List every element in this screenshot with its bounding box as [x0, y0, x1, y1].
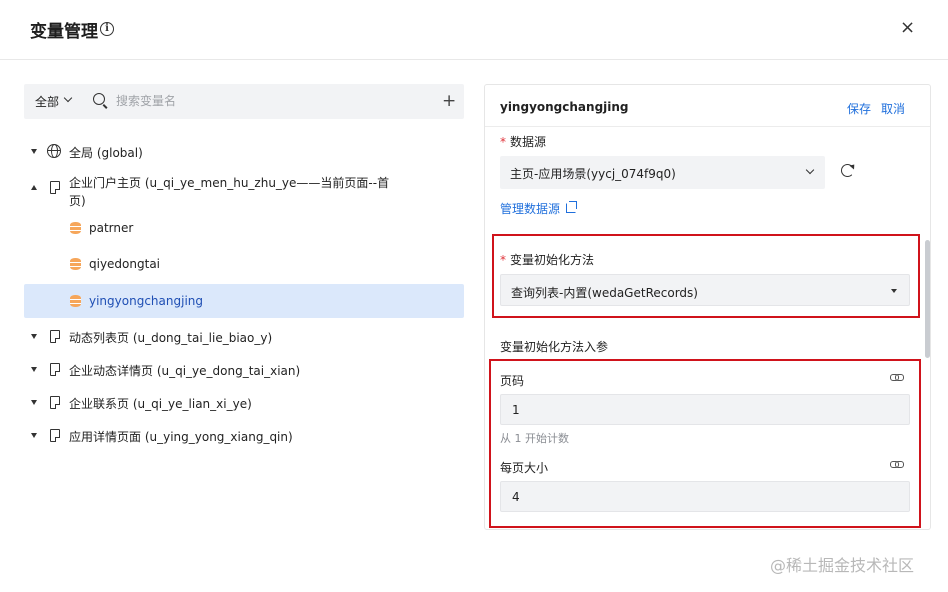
globe-icon	[47, 144, 61, 158]
caret-down-icon[interactable]	[31, 334, 37, 339]
datasource-label-text: 数据源	[510, 135, 547, 149]
variable-label: yingyongchangjing	[89, 294, 203, 308]
caret-down-icon[interactable]	[31, 400, 37, 405]
watermark: @稀土掘金技术社区	[770, 556, 915, 575]
tree-node-page[interactable]: 企业动态详情页 (u_qi_ye_dong_tai_xian)	[24, 360, 464, 380]
datasource-select[interactable]: 主页-应用场景(yycj_074f9q0)	[500, 156, 825, 189]
tree-var-yingyongchangjing[interactable]: yingyongchangjing	[24, 284, 464, 318]
tree-node-label: 动态列表页 (u_dong_tai_lie_biao_y)	[69, 331, 273, 345]
variable-search-bar: 全部 +	[24, 84, 464, 119]
params-section-label: 变量初始化方法入参	[500, 340, 609, 354]
cancel-button[interactable]: 取消	[881, 100, 905, 117]
external-link-icon[interactable]	[566, 201, 577, 213]
scope-dropdown[interactable]: 全部	[35, 93, 59, 110]
tree-node-label: 企业门户主页 (u_qi_ye_men_hu_zhu_ye——当前页面--首	[69, 176, 390, 190]
editor-scrollbar[interactable]	[925, 240, 930, 358]
tree-node-page[interactable]: 企业联系页 (u_qi_ye_lian_xi_ye)	[24, 393, 464, 413]
refresh-icon[interactable]	[841, 164, 854, 177]
close-icon[interactable]: ×	[900, 18, 915, 38]
info-icon[interactable]: i	[100, 22, 114, 36]
caret-down-icon[interactable]	[31, 149, 37, 154]
tree-node-label: 企业动态详情页 (u_qi_ye_dong_tai_xian)	[69, 364, 301, 378]
chevron-down-icon[interactable]	[63, 93, 73, 103]
search-input[interactable]	[116, 91, 416, 111]
search-icon	[93, 93, 105, 105]
editor-title: yingyongchangjing	[500, 100, 629, 114]
caret-down-icon[interactable]	[31, 367, 37, 372]
database-icon	[70, 295, 81, 307]
caret-up-icon[interactable]	[31, 185, 37, 190]
tree-node-page[interactable]: 动态列表页 (u_dong_tai_lie_biao_y)	[24, 327, 464, 347]
page-icon	[50, 330, 60, 343]
required-mark: *	[500, 135, 506, 149]
save-button[interactable]: 保存	[847, 100, 871, 117]
page-icon	[50, 181, 60, 194]
dialog-title: 变量管理	[30, 22, 98, 42]
page-icon	[50, 363, 60, 376]
database-icon	[70, 258, 81, 270]
highlight-box-params	[489, 359, 921, 528]
manage-datasource-link[interactable]: 管理数据源	[500, 200, 560, 217]
tree-node-page[interactable]: 应用详情页面 (u_ying_yong_xiang_qin)	[24, 426, 464, 446]
tree-node-label: 应用详情页面 (u_ying_yong_xiang_qin)	[69, 430, 293, 444]
datasource-label: * 数据源	[500, 133, 546, 150]
datasource-value: 主页-应用场景(yycj_074f9q0)	[510, 167, 676, 181]
tree-node-home-page[interactable]: 企业门户主页 (u_qi_ye_men_hu_zhu_ye——当前页面--首 页…	[24, 172, 464, 208]
tree-var-qiyedongtai[interactable]: qiyedongtai	[24, 254, 464, 274]
variable-label: qiyedongtai	[89, 257, 161, 271]
tree-node-label: 企业联系页 (u_qi_ye_lian_xi_ye)	[69, 397, 252, 411]
add-variable-icon[interactable]: +	[442, 91, 456, 111]
chevron-down-icon[interactable]	[805, 165, 815, 175]
tree-var-patrner[interactable]: patrner	[24, 218, 464, 238]
tree-node-label: 全局 (global)	[69, 146, 143, 160]
tree-node-label-cont: 页)	[69, 194, 86, 208]
tree-node-global[interactable]: 全局 (global)	[24, 142, 464, 162]
variable-label: patrner	[89, 221, 134, 235]
database-icon	[70, 222, 81, 234]
page-icon	[50, 396, 60, 409]
page-icon	[50, 429, 60, 442]
editor-header: yingyongchangjing 保存 取消	[485, 85, 930, 127]
dialog-header: 变量管理 i ×	[0, 0, 948, 60]
caret-down-icon[interactable]	[31, 433, 37, 438]
highlight-box-init-method	[492, 234, 920, 318]
